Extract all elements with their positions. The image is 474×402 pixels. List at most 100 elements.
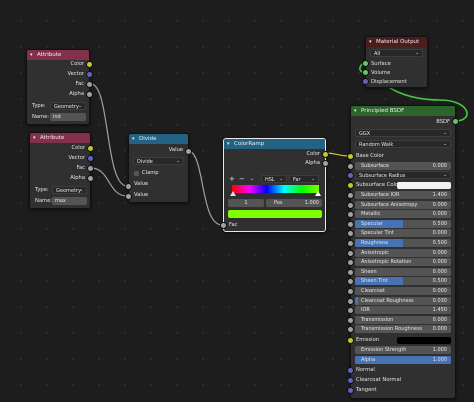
property-socket[interactable]	[347, 316, 354, 324]
material-output-node[interactable]: ▾ Material Output All ⌄ Surface Volume Di…	[365, 36, 428, 88]
node-header[interactable]: ▾ Attribute	[30, 133, 90, 143]
property-slider[interactable]: Specular 0.500	[355, 219, 451, 228]
input-value-1: Value	[134, 181, 149, 187]
clamp-checkbox[interactable]	[134, 171, 139, 176]
color-socket[interactable]	[86, 61, 93, 68]
attribute-node-1[interactable]: ▾ Attribute Color Vector Fac Alpha Type:…	[26, 49, 90, 125]
color-output-socket[interactable]	[322, 151, 329, 158]
distribution-dropdown[interactable]: GGX ⌄	[355, 129, 451, 137]
divide-node[interactable]: ▾ Divide Value Divide ⌄ Clamp Value Value	[128, 133, 189, 203]
name-field[interactable]: max	[52, 197, 87, 205]
collapse-chevron-icon[interactable]: ▾	[30, 50, 33, 60]
subsurface-socket[interactable]	[347, 163, 354, 170]
fac-input-socket[interactable]	[220, 222, 227, 229]
color-stop-handle-right[interactable]	[315, 191, 321, 196]
emission-strength-slider[interactable]: Emission Strength 1.000	[355, 346, 451, 354]
normal-socket[interactable]	[347, 367, 354, 374]
color-socket[interactable]	[87, 145, 94, 152]
volume-socket[interactable]	[362, 69, 369, 76]
value-output-socket[interactable]	[185, 148, 192, 155]
property-slider[interactable]: Specular Tint 0.000	[355, 229, 451, 238]
property-socket[interactable]	[347, 249, 354, 257]
property-socket[interactable]	[347, 240, 354, 247]
property-slider[interactable]: Anisotropic 0.000	[355, 248, 451, 257]
base-color-socket[interactable]	[347, 153, 354, 160]
interpolation-dropdown[interactable]: Far ⌄	[289, 175, 319, 183]
subsurface-radius-dropdown[interactable]: Subsurface Radius ⌄	[355, 171, 451, 179]
collapse-chevron-icon[interactable]: ▾	[33, 133, 36, 143]
tangent-socket[interactable]	[347, 387, 354, 394]
node-header[interactable]: ▾ Attribute	[27, 50, 89, 60]
property-slider[interactable]: Roughness 0.500	[355, 239, 451, 247]
property-socket[interactable]	[347, 268, 354, 276]
collapse-chevron-icon[interactable]: ▾	[354, 106, 357, 116]
property-slider[interactable]: Sheen 0.000	[355, 267, 451, 276]
alpha-output-socket[interactable]	[322, 160, 329, 167]
input-normal: Normal	[356, 367, 375, 373]
stop-color-swatch[interactable]	[228, 210, 322, 218]
property-socket[interactable]	[347, 220, 354, 228]
surface-socket[interactable]	[362, 60, 369, 67]
property-slider[interactable]: Clearcoat 0.000	[355, 287, 451, 295]
interpolation-value: Far	[293, 177, 301, 183]
subsurface-radius-socket[interactable]	[347, 172, 354, 179]
type-dropdown[interactable]: Geometry ⌄	[50, 102, 86, 110]
property-socket[interactable]	[347, 288, 354, 295]
property-slider[interactable]: Clearcoat Roughness 0.030	[355, 296, 451, 305]
subsurface-color-socket[interactable]	[347, 182, 354, 189]
subsurface-color-swatch[interactable]	[397, 182, 451, 189]
name-field[interactable]: ind	[50, 113, 86, 121]
node-header[interactable]: ▾ ColorRamp	[224, 139, 325, 149]
collapse-chevron-icon[interactable]: ▾	[369, 37, 372, 47]
property-slider[interactable]: Transmission 0.000	[355, 315, 451, 324]
property-slider[interactable]: IOR 1.450	[355, 306, 451, 315]
node-header[interactable]: ▾ Material Output	[366, 37, 427, 47]
bsdf-output-socket[interactable]	[452, 118, 459, 125]
type-dropdown[interactable]: Geometry ⌄	[52, 186, 87, 194]
clearcoat-normal-socket[interactable]	[347, 377, 354, 384]
color-gradient-bar[interactable]	[232, 185, 319, 193]
type-label: Type:	[35, 187, 49, 193]
attribute-node-2[interactable]: ▾ Attribute Color Vector Fac Alpha Type:…	[29, 132, 91, 209]
alpha-socket[interactable]	[87, 175, 94, 182]
property-socket[interactable]	[347, 297, 354, 305]
slider-label: Clearcoat Roughness	[361, 297, 414, 304]
alpha-slider[interactable]: Alpha 1.000	[355, 356, 451, 364]
stop-position-field[interactable]: Pos 1.000	[266, 199, 322, 207]
principled-bsdf-node[interactable]: ▾ Principled BSDF BSDF GGX ⌄ Random Walk ⌄…	[350, 105, 456, 399]
colorramp-node[interactable]: ▾ ColorRamp Color Alpha + − ⌄ HSL ⌄ Far ⌄ …	[223, 138, 326, 232]
remove-stop-button[interactable]: −	[239, 175, 245, 183]
property-slider[interactable]: Subsurface IOR 1.400	[355, 191, 451, 199]
collapse-chevron-icon[interactable]: ▾	[227, 139, 230, 149]
color-stop-handle-left[interactable]	[230, 191, 236, 196]
property-slider[interactable]: Sheen Tint 0.500	[355, 277, 451, 286]
value-input-socket-2[interactable]	[125, 193, 132, 200]
operation-dropdown[interactable]: Divide ⌄	[133, 157, 184, 165]
add-stop-button[interactable]: +	[229, 175, 235, 183]
property-socket[interactable]	[347, 201, 354, 209]
ramp-menu-icon[interactable]: ⌄	[250, 175, 254, 183]
displacement-socket[interactable]	[362, 78, 369, 85]
emission-color-swatch[interactable]	[397, 337, 451, 344]
node-header[interactable]: ▾ Divide	[129, 134, 188, 144]
color-mode-dropdown[interactable]: HSL ⌄	[261, 175, 287, 183]
fac-socket[interactable]	[86, 81, 93, 88]
node-header[interactable]: ▾ Principled BSDF	[351, 106, 455, 116]
vector-socket[interactable]	[86, 71, 93, 78]
alpha-socket[interactable]	[86, 91, 93, 98]
stop-index-field[interactable]: 1	[228, 199, 264, 207]
subsurface-method-dropdown[interactable]: Random Walk ⌄	[355, 140, 451, 148]
emission-socket[interactable]	[347, 337, 354, 344]
subsurface-slider[interactable]: Subsurface 0.000	[355, 162, 451, 170]
target-dropdown[interactable]: All ⌄	[370, 49, 423, 57]
collapse-chevron-icon[interactable]: ▾	[132, 134, 135, 144]
fac-socket[interactable]	[87, 165, 94, 172]
property-slider[interactable]: Metallic 0.000	[355, 210, 451, 219]
property-slider[interactable]: Subsurface Anisotropy 0.000	[355, 200, 451, 209]
output-vector: Vector	[68, 155, 85, 161]
vector-socket[interactable]	[87, 155, 94, 162]
property-slider[interactable]: Anisotropic Rotation 0.000	[355, 258, 451, 267]
value-input-socket-1[interactable]	[125, 183, 132, 190]
property-socket[interactable]	[347, 192, 354, 199]
property-slider[interactable]: Transmission Roughness 0.000	[355, 325, 451, 334]
